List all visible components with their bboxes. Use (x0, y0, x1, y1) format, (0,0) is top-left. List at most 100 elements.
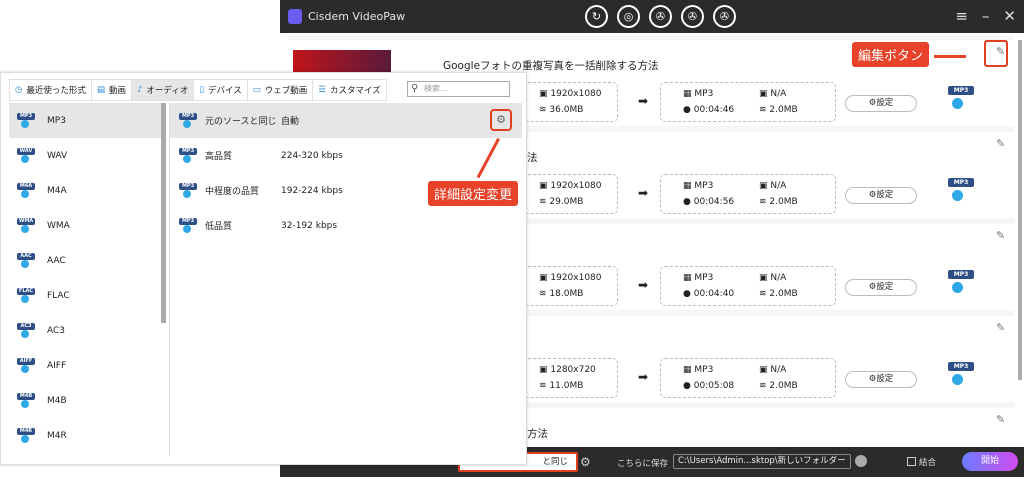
format-list-scrollbar[interactable] (161, 103, 166, 323)
tab-label: 動画 (108, 86, 126, 96)
download-mode-icon[interactable]: ✇ (713, 5, 736, 28)
format-item[interactable]: M4B M4B (9, 383, 164, 418)
customize-icon: ☰ (318, 85, 326, 95)
audio-format-icon: WMA (17, 217, 37, 235)
open-folder-icon[interactable] (855, 455, 867, 467)
audio-format-icon: AC3 (17, 322, 37, 340)
format-item[interactable]: WMA WMA (9, 208, 164, 243)
edit-button-annotation: 編集ボタン (852, 42, 930, 67)
settings-button[interactable]: ⚙設定 (845, 95, 917, 112)
value: 00:04:40 (693, 289, 735, 299)
preset-item[interactable]: MP3 高品質 224-320 kbps (170, 138, 522, 173)
format-settings-gear-icon[interactable]: ⚙ (580, 455, 591, 469)
save-to-label: こちらに保存 (617, 459, 669, 469)
preset-item[interactable]: MP3 元のソースと同じ 自動 ⚙ (170, 103, 522, 138)
checkbox-box[interactable] (907, 457, 916, 466)
format-label: M4R (47, 430, 67, 441)
tab-audio[interactable]: ♪ オーディオ (131, 79, 195, 101)
app-title: Cisdem VideoPaw (308, 10, 406, 23)
mp3-format-icon[interactable]: MP3 (948, 177, 974, 201)
audio-format-icon: FLAC (17, 287, 37, 305)
value: 1920x1080 (550, 273, 602, 283)
format-item[interactable]: WAV WAV (9, 138, 164, 173)
convert-arrow-icon: ➡ (638, 186, 649, 200)
source-resolution: ▣ 1280x720 (539, 365, 596, 375)
tab-web-video[interactable]: ▭ ウェブ動画 (247, 79, 314, 101)
value: 00:04:56 (693, 197, 735, 207)
rip-mode-icon[interactable]: ◎ (617, 5, 640, 28)
format-item[interactable]: FLAC FLAC (9, 278, 164, 313)
tab-video[interactable]: ▤ 動画 (91, 79, 132, 101)
value: 1920x1080 (550, 89, 602, 99)
settings-button[interactable]: ⚙設定 (845, 371, 917, 388)
preset-bitrate: 192-224 kbps (281, 185, 343, 196)
list-scrollbar[interactable] (1018, 40, 1022, 380)
source-resolution: ▣ 1920x1080 (539, 181, 602, 191)
mp3-format-icon[interactable]: MP3 (948, 85, 974, 109)
format-search-input[interactable]: 検索... (407, 81, 510, 97)
preset-list: MP3 元のソースと同じ 自動 ⚙ MP3 高品質 224-320 kbps MP3 中程度の品… (169, 103, 522, 456)
format-item[interactable]: M4R M4R (9, 418, 164, 453)
preset-item[interactable]: MP3 低品質 32-192 kbps (170, 208, 522, 243)
target-resolution: ▣ N/A (759, 365, 787, 375)
tab-label: 最近使った形式 (26, 86, 86, 96)
format-label: M4B (47, 395, 67, 406)
menu-icon[interactable]: ≡ (955, 7, 968, 25)
output-path-select[interactable]: C:\Users\Admin...sktop\新しいフォルダー (673, 454, 851, 469)
audio-format-icon: AAC (17, 252, 37, 270)
edit-pencil-icon[interactable]: ✎ (996, 321, 1005, 334)
value: 1920x1080 (550, 181, 602, 191)
preset-settings-gear-icon[interactable]: ⚙ (490, 109, 512, 131)
edit-pencil-icon[interactable]: ✎ (996, 413, 1005, 426)
settings-button[interactable]: ⚙設定 (845, 187, 917, 204)
mp3-format-icon[interactable]: MP3 (948, 361, 974, 385)
source-size: ≋ 18.0MB (539, 289, 584, 299)
mp3-icon: MP3 (179, 217, 199, 235)
tab-customize[interactable]: ☰ カスタマイズ (313, 79, 387, 101)
preset-name: 低品質 (205, 222, 233, 232)
value: 00:04:46 (693, 105, 735, 115)
settings-button[interactable]: ⚙設定 (845, 279, 917, 296)
merge-checkbox[interactable]: 結合 (907, 456, 936, 468)
tab-label: オーディオ (146, 86, 189, 96)
dvd-mode-icon[interactable]: ✇ (649, 5, 672, 28)
mp3-format-icon[interactable]: MP3 (948, 269, 974, 293)
value: N/A (770, 181, 787, 191)
annotation-arrow (934, 55, 966, 58)
minimize-icon[interactable]: – (982, 7, 990, 25)
value: N/A (770, 273, 787, 283)
value: 00:05:08 (693, 381, 735, 391)
target-resolution: ▣ N/A (759, 89, 787, 99)
file-title: Googleフォトの重複写真を一括削除する方法 (443, 60, 659, 72)
target-size: ≋ 2.0MB (759, 197, 798, 207)
target-info[interactable]: ▦ MP3 ● 00:04:56 ▣ N/A ≋ 2.0MB (660, 174, 836, 214)
edit-pencil-icon[interactable]: ✎ (996, 229, 1005, 242)
value: 29.0MB (549, 197, 584, 207)
target-info[interactable]: ▦ MP3 ● 00:04:40 ▣ N/A ≋ 2.0MB (660, 266, 836, 306)
target-format: ▦ MP3 (683, 89, 714, 99)
tab-label: ウェブ動画 (264, 86, 308, 96)
format-item[interactable]: M4A M4A (9, 173, 164, 208)
tab-device[interactable]: ▯ デバイス (194, 79, 248, 101)
audio-format-icon: M4B (17, 392, 37, 410)
device-icon: ▯ (199, 85, 205, 95)
value: N/A (770, 89, 787, 99)
close-icon[interactable]: ✕ (1003, 7, 1016, 25)
format-item[interactable]: AC3 AC3 (9, 313, 164, 348)
audio-icon: ♪ (136, 85, 143, 95)
convert-mode-icon[interactable]: ↻ (585, 5, 608, 28)
source-resolution: ▣ 1920x1080 (539, 273, 602, 283)
target-size: ≋ 2.0MB (759, 289, 798, 299)
format-item[interactable]: AIFF AIFF (9, 348, 164, 383)
title-bar: Cisdem VideoPaw ↻ ◎ ✇ ✇ ✇ ≡ – ✕ (280, 0, 1024, 33)
target-info[interactable]: ▦ MP3 ● 00:04:46 ▣ N/A ≋ 2.0MB (660, 82, 836, 122)
target-info[interactable]: ▦ MP3 ● 00:05:08 ▣ N/A ≋ 2.0MB (660, 358, 836, 398)
start-button[interactable]: 開始 (962, 452, 1018, 471)
audio-format-icon: WAV (17, 147, 37, 165)
edit-pencil-icon[interactable]: ✎ (996, 137, 1005, 150)
format-label: AIFF (47, 360, 67, 371)
tab-recent[interactable]: ◷ 最近使った形式 (9, 79, 92, 101)
format-item[interactable]: AAC AAC (9, 243, 164, 278)
format-item[interactable]: MP3 MP3 (9, 103, 164, 138)
compress-mode-icon[interactable]: ✇ (681, 5, 704, 28)
